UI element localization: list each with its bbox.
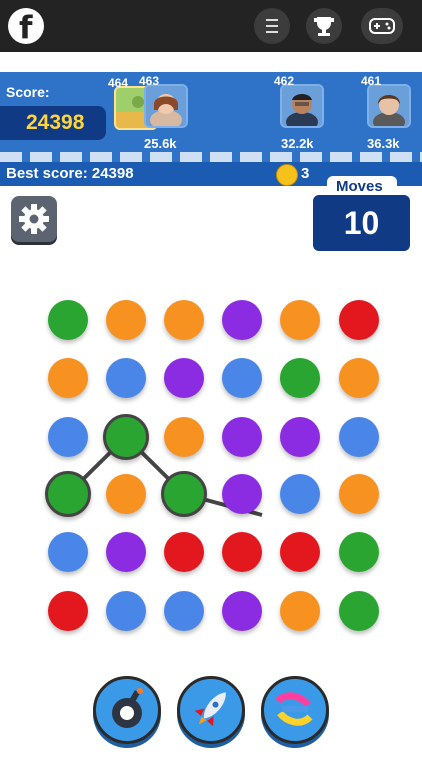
dot-green[interactable] — [339, 591, 379, 631]
dot-red[interactable] — [164, 532, 204, 572]
dot-orange[interactable] — [280, 300, 320, 340]
dot-purple[interactable] — [222, 591, 262, 631]
dot-green[interactable] — [45, 471, 91, 517]
dot-blue[interactable] — [164, 591, 204, 631]
dot-green[interactable] — [161, 471, 207, 517]
dot-purple[interactable] — [164, 358, 204, 398]
dot-blue[interactable] — [106, 358, 146, 398]
dot-orange[interactable] — [164, 300, 204, 340]
dot-orange[interactable] — [48, 358, 88, 398]
dot-orange[interactable] — [280, 591, 320, 631]
dot-green[interactable] — [48, 300, 88, 340]
dot-blue[interactable] — [48, 532, 88, 572]
dot-purple[interactable] — [106, 532, 146, 572]
dot-orange[interactable] — [339, 474, 379, 514]
dot-blue[interactable] — [106, 591, 146, 631]
dot-red[interactable] — [339, 300, 379, 340]
dot-orange[interactable] — [164, 417, 204, 457]
dot-red[interactable] — [48, 591, 88, 631]
rocket-powerup-button[interactable] — [177, 676, 245, 744]
dot-purple[interactable] — [222, 300, 262, 340]
dot-orange[interactable] — [339, 358, 379, 398]
bomb-icon — [112, 688, 143, 728]
dot-blue[interactable] — [280, 474, 320, 514]
dot-blue[interactable] — [222, 358, 262, 398]
shuffle-icon — [275, 692, 313, 726]
bomb-powerup-button[interactable] — [93, 676, 161, 744]
dot-orange[interactable] — [106, 300, 146, 340]
dot-red[interactable] — [280, 532, 320, 572]
dot-green[interactable] — [103, 414, 149, 460]
dot-blue[interactable] — [339, 417, 379, 457]
dot-green[interactable] — [280, 358, 320, 398]
dot-red[interactable] — [222, 532, 262, 572]
dot-orange[interactable] — [106, 474, 146, 514]
dot-purple[interactable] — [222, 417, 262, 457]
shuffle-powerup-button[interactable] — [261, 676, 329, 744]
rocket-icon — [194, 692, 226, 727]
dot-purple[interactable] — [280, 417, 320, 457]
dot-purple[interactable] — [222, 474, 262, 514]
dot-green[interactable] — [339, 532, 379, 572]
dot-blue[interactable] — [48, 417, 88, 457]
